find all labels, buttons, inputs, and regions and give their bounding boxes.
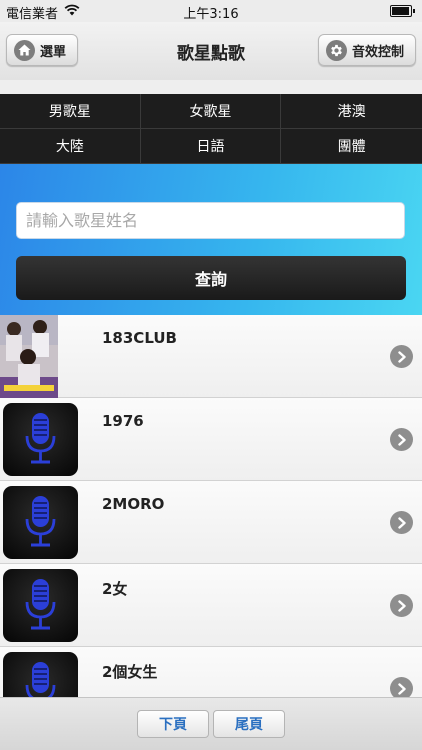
list-item[interactable]: 183CLUB [0,315,422,398]
navigation-bar: 選單 歌星點歌 音效控制 [0,22,422,80]
chevron-right-icon [390,594,413,617]
category-groups[interactable]: 團體 [281,129,422,164]
singer-name: 2個女生 [102,663,158,681]
singer-name: 1976 [102,412,144,430]
microphone-icon [3,652,78,697]
battery-icon [390,5,415,17]
category-grid: 男歌星 女歌星 港澳 大陸 日語 團體 [0,94,422,164]
next-page-button[interactable]: 下頁 [137,710,209,738]
singer-name: 2女 [102,580,128,598]
category-male-singers[interactable]: 男歌星 [0,94,141,129]
category-japanese[interactable]: 日語 [140,129,282,164]
category-female-singers[interactable]: 女歌星 [140,94,282,129]
pager-bar: 下頁 尾頁 [0,697,422,750]
search-button[interactable]: 查詢 [16,256,406,300]
list-item[interactable]: 2個女生 [0,647,422,697]
singer-name: 183CLUB [102,329,177,347]
chevron-right-icon [390,345,413,368]
category-mainland[interactable]: 大陸 [0,129,141,164]
sound-control-label: 音效控制 [352,44,405,60]
chevron-right-icon [390,428,413,451]
singer-name: 2MORO [102,495,165,513]
singer-search-input[interactable] [16,202,405,239]
chevron-right-icon [390,511,413,534]
status-bar: 電信業者 上午3:16 [0,0,422,22]
microphone-icon [3,403,78,476]
last-page-button[interactable]: 尾頁 [213,710,285,738]
singer-list[interactable]: 183CLUB 1976 2MORO 2女 2個女生 [0,315,422,697]
list-item[interactable]: 2女 [0,564,422,647]
gear-icon [326,39,347,61]
category-hk-macau[interactable]: 港澳 [281,94,422,129]
list-item[interactable]: 2MORO [0,481,422,564]
microphone-icon [3,486,78,559]
status-time: 上午3:16 [183,7,239,22]
microphone-icon [3,569,78,642]
chevron-right-icon [390,677,413,697]
search-panel: 查詢 [0,164,422,315]
singer-photo [0,315,58,398]
sound-control-button[interactable]: 音效控制 [318,34,416,66]
list-item[interactable]: 1976 [0,398,422,481]
